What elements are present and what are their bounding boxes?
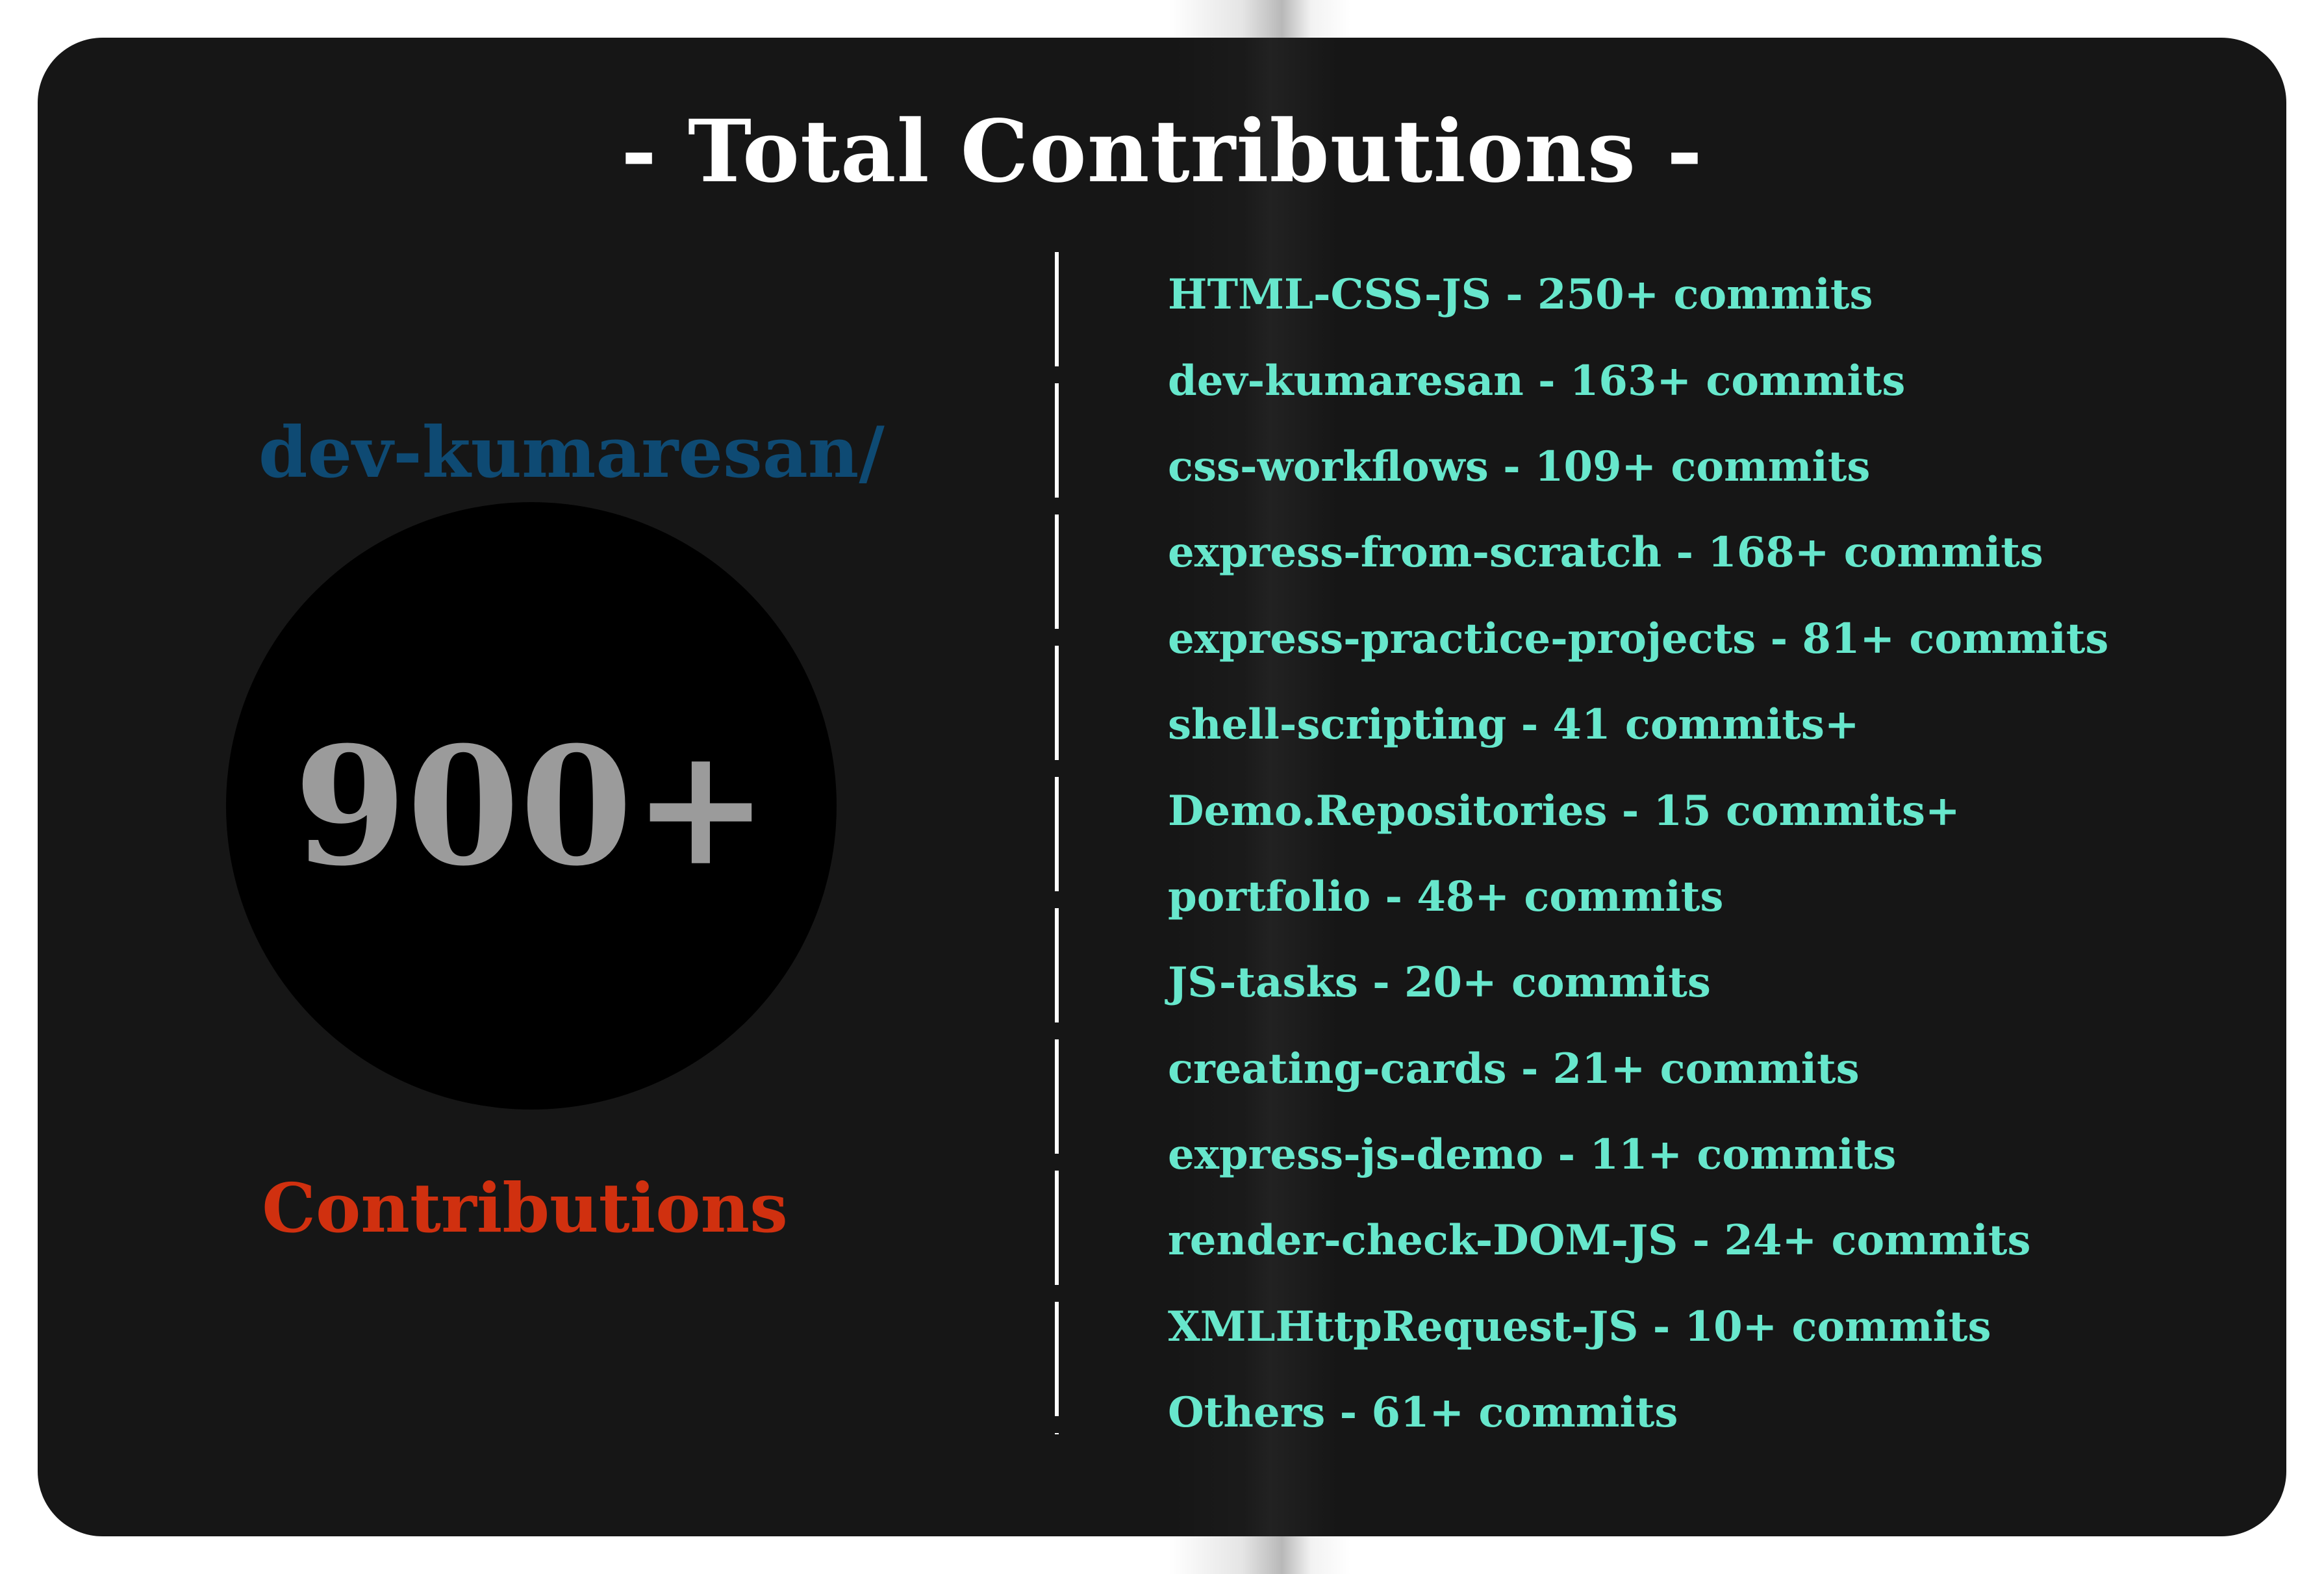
repo-item: render-check-DOM-JS - 24+ commits <box>1168 1216 2031 1265</box>
repository-list: HTML-CSS-JS - 250+ commits dev-kumaresan… <box>1168 252 2108 1456</box>
repo-item: express-from-scratch - 168+ commits <box>1168 528 2043 578</box>
card-title: - Total Contributions - <box>621 101 1703 202</box>
username-label: dev-kumaresan/ <box>259 412 885 494</box>
total-circle: 900+ <box>226 502 837 1110</box>
repo-item: creating-cards - 21+ commits <box>1168 1044 1860 1093</box>
repo-item: express-practice-projects - 81+ commits <box>1168 614 2109 663</box>
contributions-card: - Total Contributions - dev-kumaresan/ 9… <box>38 38 2286 1536</box>
dashed-divider <box>1055 252 1059 1434</box>
repo-item: Others - 61+ commits <box>1168 1388 1678 1438</box>
total-contributions-value: 900+ <box>294 710 769 902</box>
repo-item: shell-scripting - 41 commits+ <box>1168 700 1860 750</box>
repo-item: css-workflows - 109+ commits <box>1168 442 1871 491</box>
repo-item: Demo.Repositories - 15 commits+ <box>1168 786 1960 835</box>
repo-item: portfolio - 48+ commits <box>1168 872 1724 921</box>
contributions-label: Contributions <box>262 1168 788 1248</box>
repo-item: JS-tasks - 20+ commits <box>1168 958 1711 1008</box>
repo-item: XMLHttpRequest-JS - 10+ commits <box>1168 1302 1991 1351</box>
repo-item: express-js-demo - 11+ commits <box>1168 1130 1897 1180</box>
repo-item: HTML-CSS-JS - 250+ commits <box>1168 270 1873 320</box>
repo-item: dev-kumaresan - 163+ commits <box>1168 356 1906 405</box>
